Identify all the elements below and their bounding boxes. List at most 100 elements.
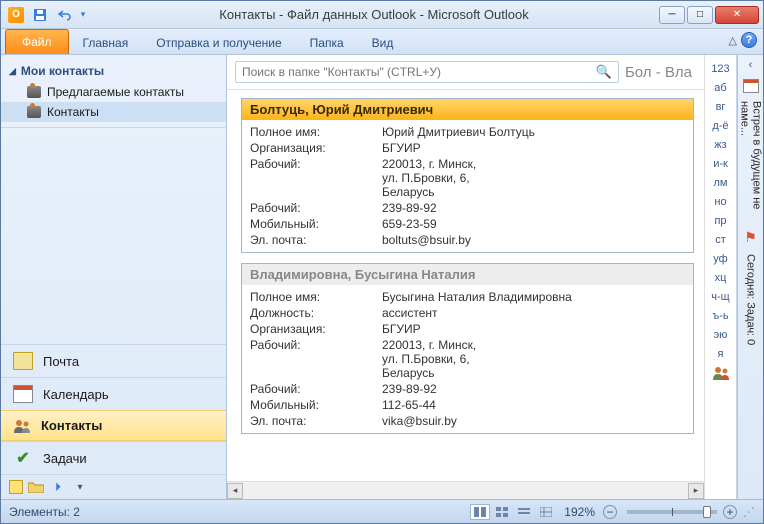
module-label: Календарь xyxy=(43,387,109,402)
alpha-item[interactable]: я xyxy=(705,344,736,363)
zoom-out-button[interactable]: − xyxy=(603,505,617,519)
view-phone-icon[interactable] xyxy=(514,504,534,520)
alpha-item[interactable]: уф xyxy=(705,249,736,268)
field-value: 239-89-92 xyxy=(382,201,685,215)
alpha-item[interactable]: 123 xyxy=(705,59,736,78)
tab-folder[interactable]: Папка xyxy=(296,32,358,54)
contacts-list: Болтуць, Юрий Дмитриевич Полное имя:Юрий… xyxy=(227,90,704,481)
module-calendar[interactable]: Календарь xyxy=(1,377,226,410)
status-bar: Элементы: 2 192% − + ⋰ xyxy=(1,499,763,523)
qat-undo-icon[interactable] xyxy=(53,5,75,25)
alpha-item[interactable]: вг xyxy=(705,97,736,116)
tab-view[interactable]: Вид xyxy=(358,32,408,54)
resize-grip-icon[interactable]: ⋰ xyxy=(743,505,755,519)
alpha-item[interactable]: ч-щ xyxy=(705,287,736,306)
qat-save-icon[interactable] xyxy=(29,5,51,25)
people-icon xyxy=(27,86,41,98)
tab-home[interactable]: Главная xyxy=(69,32,143,54)
view-business-card-icon[interactable] xyxy=(492,504,512,520)
calendar-icon xyxy=(13,385,33,403)
search-input[interactable] xyxy=(242,65,596,79)
module-mail[interactable]: Почта xyxy=(1,344,226,377)
maximize-button[interactable]: □ xyxy=(687,6,713,24)
app-icon[interactable]: O xyxy=(5,5,27,25)
field-label: Рабочий: xyxy=(250,338,382,380)
nav-item-label: Контакты xyxy=(47,105,99,119)
zoom-in-button[interactable]: + xyxy=(723,505,737,519)
field-value: boltuts@bsuir.by xyxy=(382,233,685,247)
flag-icon[interactable]: ⚑ xyxy=(744,229,757,246)
alpha-item[interactable]: но xyxy=(705,192,736,211)
item-count-label: Элементы: 2 xyxy=(9,505,80,519)
field-value: 239-89-92 xyxy=(382,382,685,396)
view-card-icon[interactable] xyxy=(470,504,490,520)
close-button[interactable]: ✕ xyxy=(715,6,759,24)
field-label: Мобильный: xyxy=(250,398,382,412)
zoom-slider[interactable] xyxy=(627,510,717,514)
field-value: ассистент xyxy=(382,306,685,320)
qat-customize-icon[interactable]: ▾ xyxy=(77,5,89,25)
today-tasks-text: Сегодня: Задач: 0 xyxy=(745,254,757,345)
module-tasks[interactable]: ✔ Задачи xyxy=(1,441,226,474)
nav-item-suggested[interactable]: Предлагаемые контакты xyxy=(1,82,226,102)
nav-item-contacts[interactable]: Контакты xyxy=(1,102,226,122)
field-label: Рабочий: xyxy=(250,201,382,215)
ribbon-tabs: Файл Главная Отправка и получение Папка … xyxy=(1,29,763,55)
scroll-right-icon[interactable]: ▸ xyxy=(688,483,704,499)
field-value: БГУИР xyxy=(382,141,685,155)
titlebar: O ▾ Контакты - Файл данных Outlook - Mic… xyxy=(1,1,763,29)
window-controls: ─ □ ✕ xyxy=(659,6,759,24)
nav-group-header[interactable]: ◢ Мои контакты xyxy=(1,60,226,82)
help-button[interactable]: ? xyxy=(741,32,757,48)
tab-send-receive[interactable]: Отправка и получение xyxy=(142,32,295,54)
card-header: Болтуць, Юрий Дмитриевич xyxy=(242,99,693,120)
alpha-item[interactable]: ъ-ь xyxy=(705,306,736,325)
module-label: Контакты xyxy=(41,418,102,433)
contact-card[interactable]: Владимировна, Бусыгина Наталия Полное им… xyxy=(241,263,694,434)
configure-buttons-icon[interactable]: ▾ xyxy=(71,479,89,495)
field-label: Эл. почта: xyxy=(250,414,382,428)
scroll-left-icon[interactable]: ◂ xyxy=(227,483,243,499)
card-body: Полное имя:Бусыгина Наталия Владимировна… xyxy=(242,285,693,433)
alpha-item[interactable]: жз xyxy=(705,135,736,154)
navigation-pane: ◢ Мои контакты Предлагаемые контакты Кон… xyxy=(1,55,227,499)
module-contacts[interactable]: Контакты xyxy=(1,410,226,441)
zoom-label: 192% xyxy=(564,505,595,519)
alpha-item[interactable]: аб xyxy=(705,78,736,97)
view-list-icon[interactable] xyxy=(536,504,556,520)
minimize-ribbon-icon[interactable]: △ xyxy=(729,34,737,47)
field-label: Рабочий: xyxy=(250,157,382,199)
quick-access-toolbar: O ▾ xyxy=(5,5,89,25)
alpha-item[interactable]: хц xyxy=(705,268,736,287)
nav-shortcuts-strip: ⏵ ▾ xyxy=(1,474,226,499)
tasks-icon: ✔ xyxy=(13,449,33,467)
mail-icon xyxy=(13,352,33,370)
search-box[interactable]: 🔍 xyxy=(235,61,619,83)
field-value: Юрий Дмитриевич Болтуць xyxy=(382,125,685,139)
shortcuts-icon[interactable]: ⏵ xyxy=(49,479,67,495)
nav-group-label: Мои контакты xyxy=(21,64,104,78)
contact-card[interactable]: Болтуць, Юрий Дмитриевич Полное имя:Юрий… xyxy=(241,98,694,253)
expand-todobar-icon[interactable]: ‹ xyxy=(749,59,753,71)
folder-icon[interactable] xyxy=(27,479,45,495)
alpha-item[interactable]: пр xyxy=(705,211,736,230)
field-label: Полное имя: xyxy=(250,125,382,139)
alpha-item[interactable]: д-ё xyxy=(705,116,736,135)
alpha-item[interactable]: и-к xyxy=(705,154,736,173)
alpha-people-icon[interactable] xyxy=(705,363,736,386)
field-value: БГУИР xyxy=(382,322,685,336)
horizontal-scrollbar[interactable]: ◂ ▸ xyxy=(227,481,704,499)
upcoming-text: Встреч в будущем не наме... xyxy=(739,101,763,221)
calendar-icon[interactable] xyxy=(743,79,759,93)
tab-file[interactable]: Файл xyxy=(5,29,69,54)
field-label: Мобильный: xyxy=(250,217,382,231)
notes-icon[interactable] xyxy=(9,480,23,494)
search-icon[interactable]: 🔍 xyxy=(596,64,612,80)
alpha-item[interactable]: лм xyxy=(705,173,736,192)
minimize-button[interactable]: ─ xyxy=(659,6,685,24)
field-label: Рабочий: xyxy=(250,382,382,396)
alpha-item[interactable]: ст xyxy=(705,230,736,249)
alpha-item[interactable]: эю xyxy=(705,325,736,344)
contacts-icon xyxy=(13,419,31,433)
field-value: Бусыгина Наталия Владимировна xyxy=(382,290,685,304)
